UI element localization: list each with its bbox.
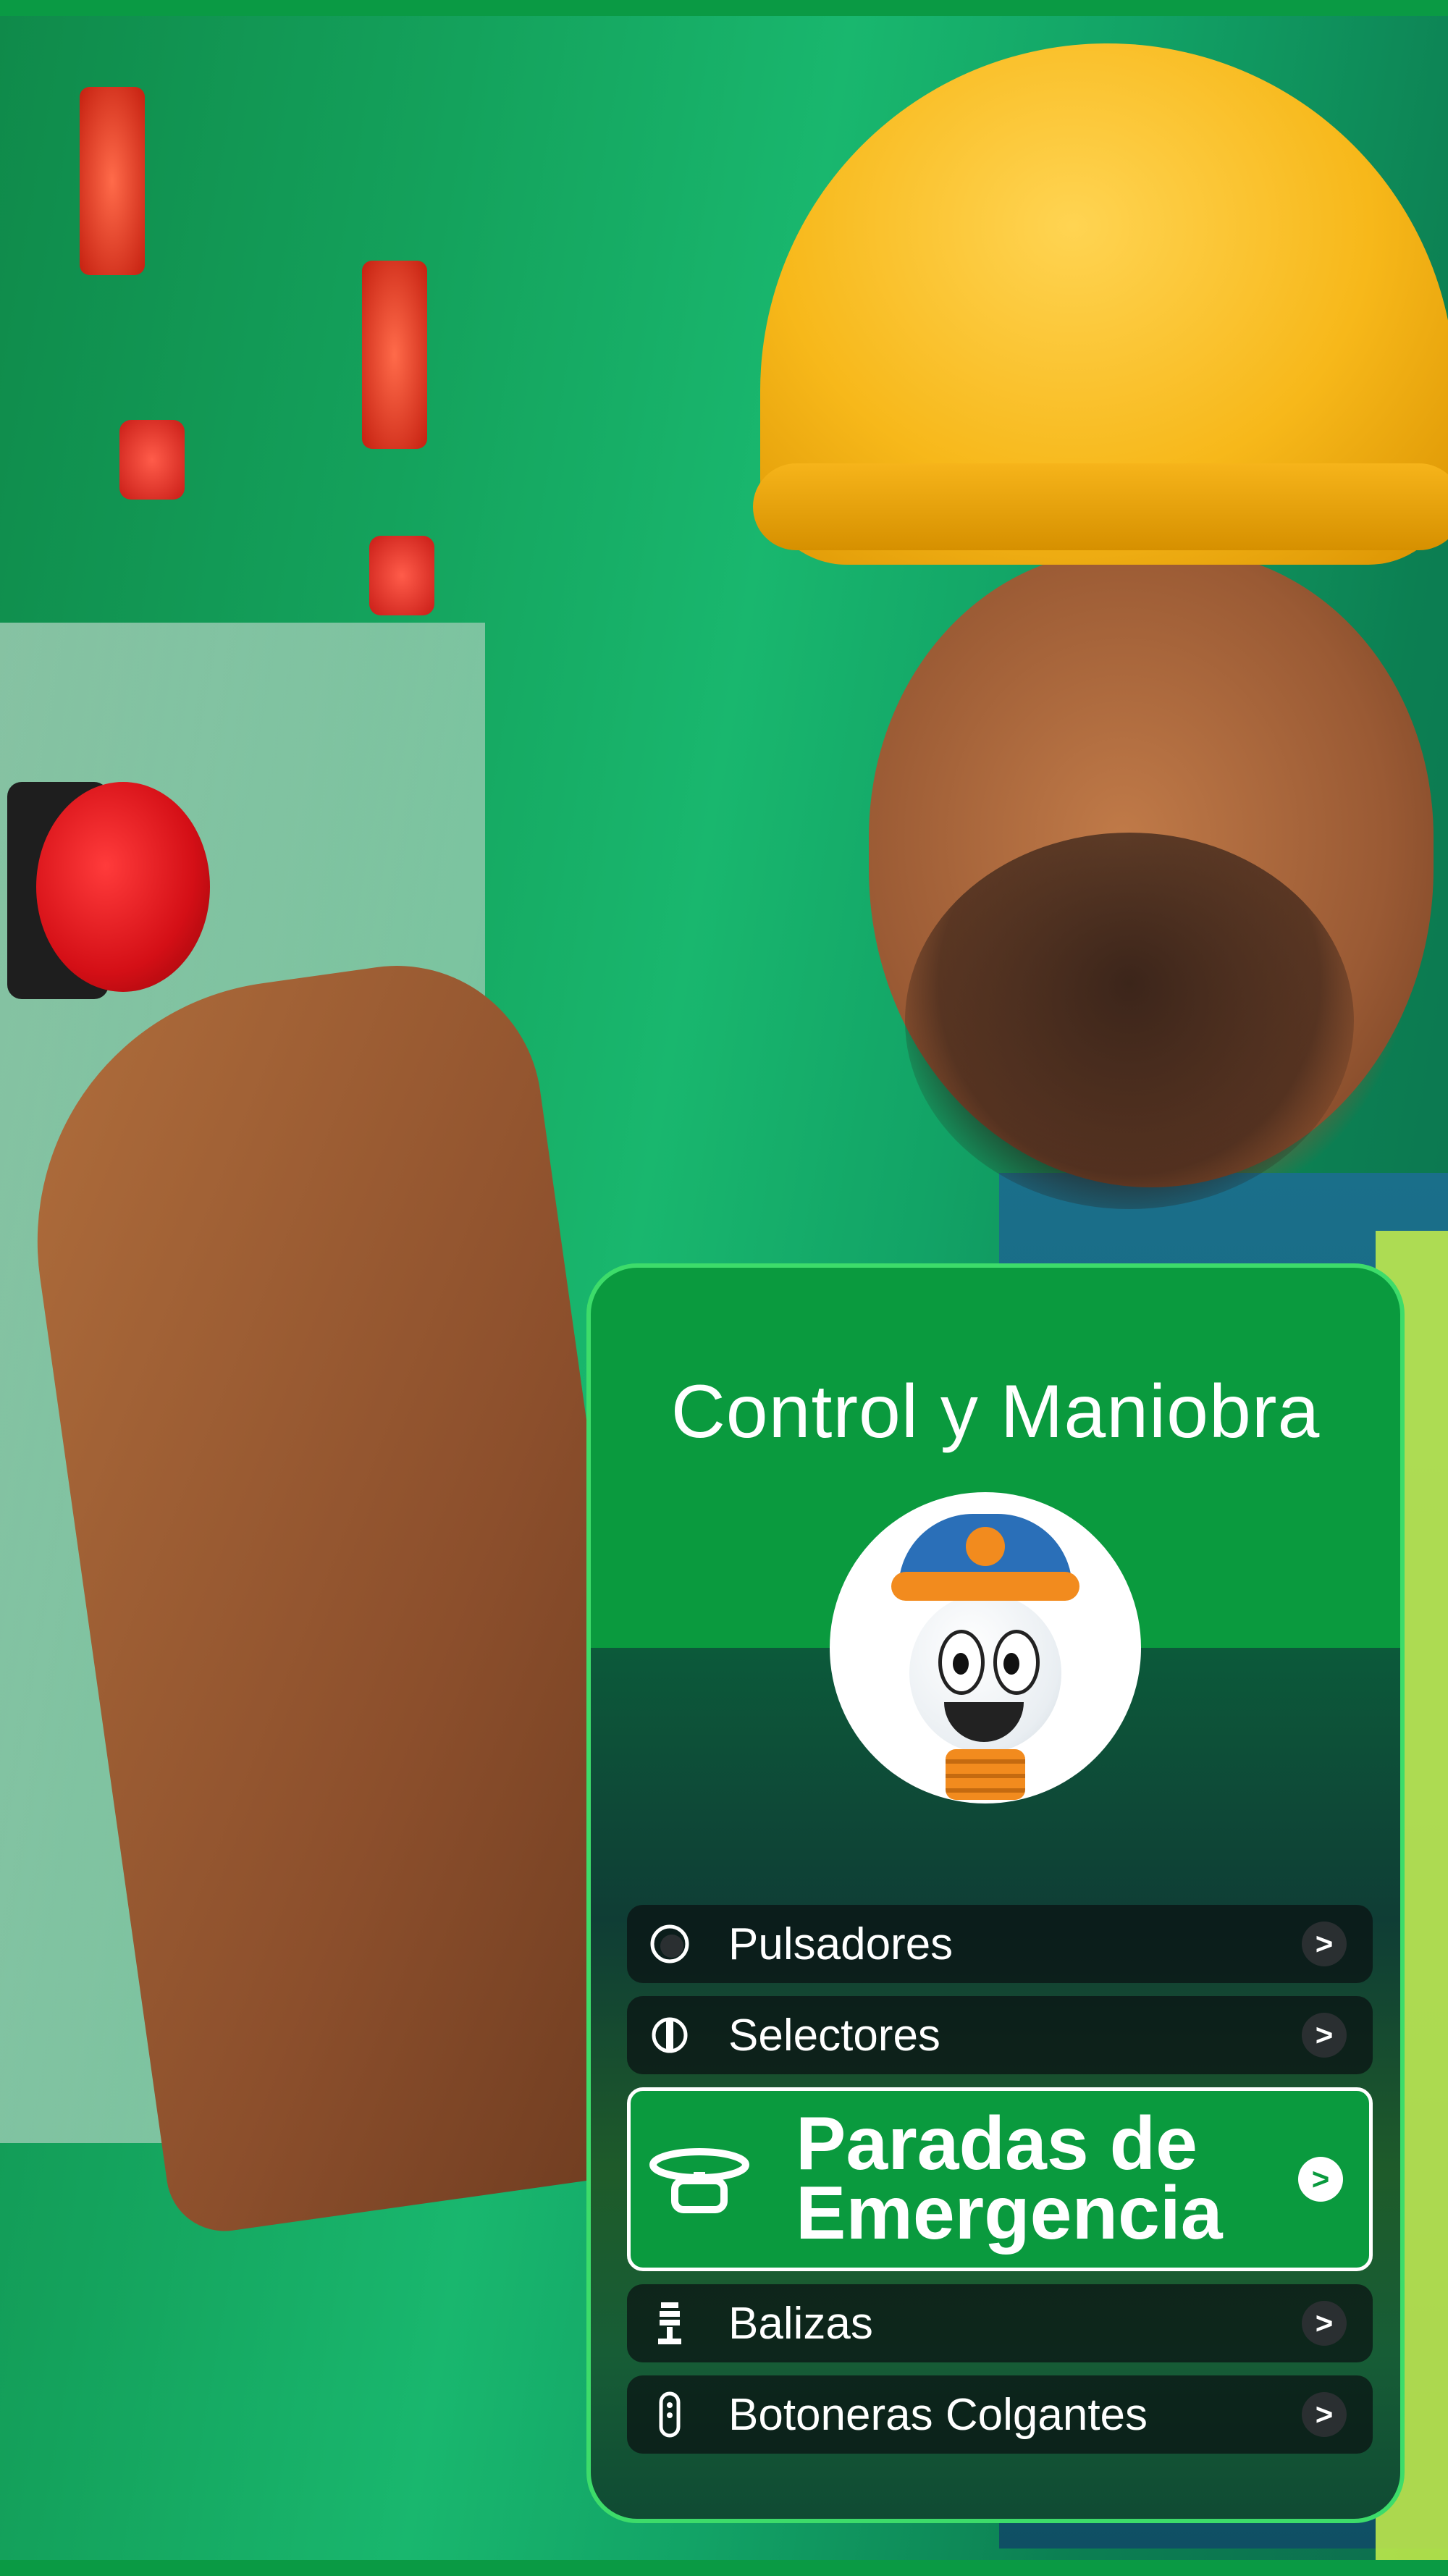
menu-item-selectores[interactable]: Selectores >: [627, 1996, 1373, 2074]
menu-item-botoneras-colgantes[interactable]: Botoneras Colgantes >: [627, 2375, 1373, 2454]
worker-beard: [905, 833, 1354, 1209]
beacon-icon: [649, 2302, 691, 2344]
indicator-lamp: [80, 87, 145, 275]
chevron-right-icon[interactable]: >: [1298, 2157, 1343, 2202]
emergency-stop-icon: [645, 2139, 754, 2219]
mascot-cap-brim: [891, 1572, 1079, 1601]
bottom-border: [0, 2560, 1448, 2576]
menu-item-label: Pulsadores: [728, 1919, 954, 1969]
indicator-lamp: [119, 420, 185, 500]
top-border: [0, 0, 1448, 16]
pushbutton-icon: [649, 1923, 691, 1965]
chevron-right-icon[interactable]: >: [1302, 1922, 1347, 1966]
mascot-pupil: [953, 1653, 969, 1675]
menu-item-label: Botoneras Colgantes: [728, 2389, 1148, 2440]
category-card: Control y Maniobra Pulsadores > Selector…: [586, 1263, 1405, 2523]
indicator-lamp: [362, 261, 427, 449]
menu-item-balizas[interactable]: Balizas >: [627, 2284, 1373, 2362]
pendant-station-icon: [649, 2391, 691, 2438]
emergency-stop-button-photo: [36, 782, 210, 992]
chevron-right-icon[interactable]: >: [1302, 2301, 1347, 2346]
mascot-avatar: [830, 1492, 1141, 1803]
selector-icon: [649, 2014, 691, 2056]
menu-item-label: Balizas: [728, 2298, 873, 2349]
mascot-cap-badge: [966, 1527, 1005, 1566]
menu-item-label: Paradas de Emergencia: [796, 2106, 1298, 2251]
menu-item-paradas-de-emergencia[interactable]: Paradas de Emergencia >: [627, 2087, 1373, 2271]
indicator-lamp: [369, 536, 434, 615]
menu-item-pulsadores[interactable]: Pulsadores >: [627, 1905, 1373, 1983]
category-menu: Pulsadores > Selectores > Paradas de Eme…: [627, 1905, 1373, 2467]
mascot-base: [946, 1749, 1025, 1800]
mascot-pupil: [1003, 1653, 1019, 1675]
chevron-right-icon[interactable]: >: [1302, 2013, 1347, 2058]
menu-item-label-line2: Emergencia: [796, 2171, 1223, 2255]
hard-hat-brim: [753, 463, 1448, 550]
chevron-right-icon[interactable]: >: [1302, 2392, 1347, 2437]
menu-item-label: Selectores: [728, 2010, 940, 2061]
card-title: Control y Maniobra: [670, 1370, 1321, 1454]
